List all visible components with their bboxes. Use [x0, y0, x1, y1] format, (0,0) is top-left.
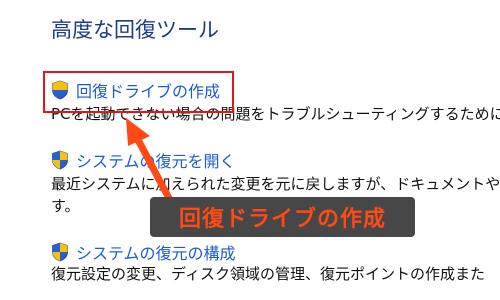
configure-system-restore-label: システムの復元の構成: [76, 244, 236, 263]
open-system-restore-label: システムの復元を開く: [76, 152, 236, 171]
uac-shield-icon: [52, 150, 68, 170]
callout-label: 回復ドライブの作成: [150, 197, 415, 237]
page-title: 高度な回復ツール: [51, 18, 219, 42]
highlight-box: [43, 71, 234, 113]
uac-shield-icon: [52, 242, 68, 262]
open-system-restore-link[interactable]: システムの復元を開く: [51, 148, 236, 172]
open-system-restore-description-line1: 最近システムに加えられた変更を元に戻しますが、ドキュメントや画: [51, 175, 500, 193]
configure-system-restore-description: 復元設定の変更、ディスク領域の管理、復元ポイントの作成また: [51, 265, 485, 283]
open-system-restore-description-line2: す。: [51, 197, 80, 215]
configure-system-restore-link[interactable]: システムの復元の構成: [51, 240, 236, 264]
